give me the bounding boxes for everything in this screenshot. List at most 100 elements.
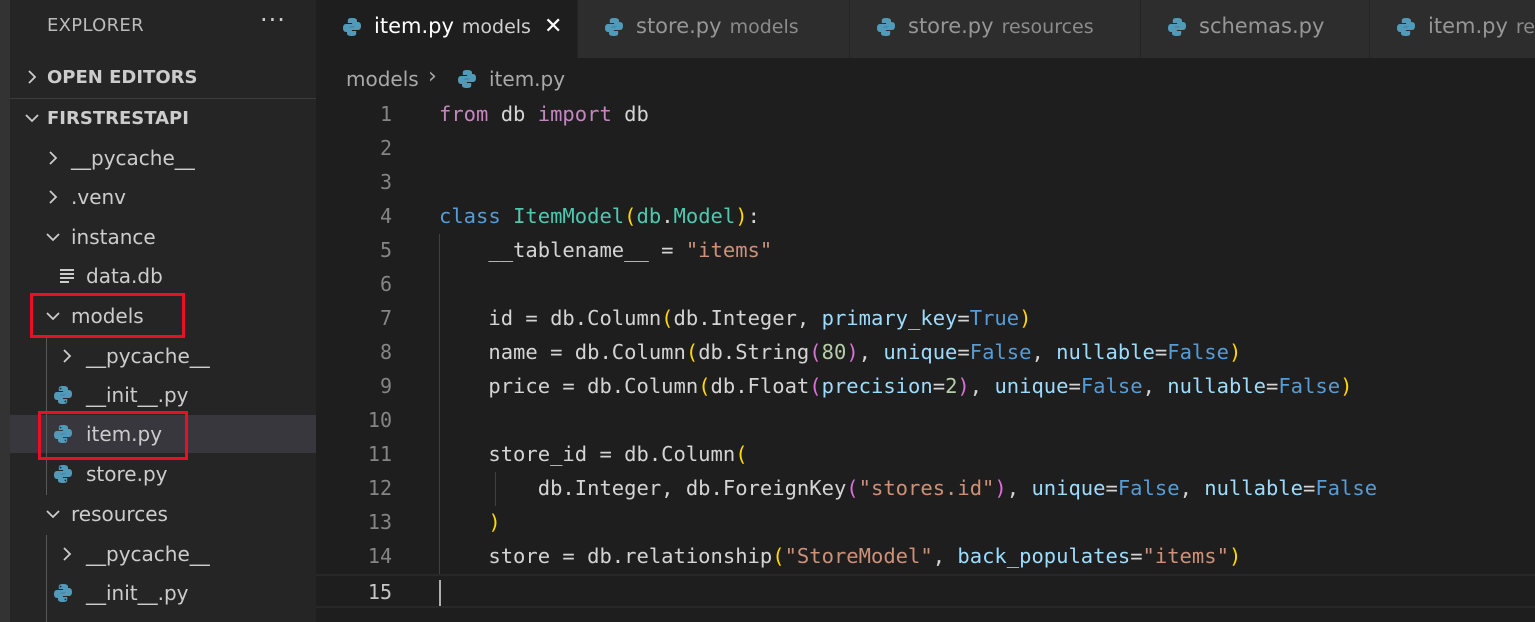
more-actions-icon[interactable]: ··· xyxy=(260,6,286,34)
code-text: __tablename__ = "items" xyxy=(439,238,773,262)
line-number: 14 xyxy=(367,544,392,568)
breadcrumb-separator: › xyxy=(428,64,437,89)
line-number: 1 xyxy=(379,102,392,126)
file-lines-icon xyxy=(60,269,74,283)
chevron-right-icon xyxy=(49,151,58,165)
line-number: 5 xyxy=(379,238,392,262)
tree-label: .venv xyxy=(71,185,127,209)
code-text: class ItemModel(db.Model): xyxy=(439,204,760,228)
line-number: 4 xyxy=(379,204,392,228)
code-line: 13 ) xyxy=(316,506,1535,540)
line-number: 12 xyxy=(367,476,392,500)
code-line: 14 store = db.relationship("StoreModel",… xyxy=(316,540,1535,574)
tree-label: __pycache__ xyxy=(86,344,210,368)
tab-label: store.py resources xyxy=(908,14,1094,38)
tree-file-models-store[interactable]: store.py xyxy=(10,455,316,493)
tree-label: __pycache__ xyxy=(71,146,195,170)
line-number: 9 xyxy=(379,374,392,398)
code-line: 10 xyxy=(316,404,1535,438)
code-text: store_id = db.Column( xyxy=(439,442,748,466)
chevron-down-icon xyxy=(46,233,60,242)
tree-label: store.py xyxy=(86,462,168,486)
breadcrumb-folder[interactable]: models xyxy=(346,67,419,91)
code-line: 12 db.Integer, db.ForeignKey("stores.id"… xyxy=(316,472,1535,506)
tree-file-resources-init[interactable]: __init__.py xyxy=(10,574,316,612)
chevron-down-icon xyxy=(25,114,39,123)
code-line: 2 xyxy=(316,132,1535,166)
tab-label: store.py models xyxy=(636,14,799,38)
tab-description: models xyxy=(729,16,799,38)
tree-file-models-init[interactable]: __init__.py xyxy=(10,376,316,414)
tree-label: __pycache__ xyxy=(86,542,210,566)
line-number: 2 xyxy=(379,136,392,160)
line-number: 11 xyxy=(367,442,392,466)
section-label: OPEN EDITORS xyxy=(47,66,198,88)
tree-label: resources xyxy=(71,502,168,526)
tab-label: item.pyres xyxy=(1428,14,1535,38)
tab-item-py-resources[interactable]: item.pyres xyxy=(1370,0,1535,58)
annotation-highlight-item xyxy=(38,411,188,460)
tab-store-py-models[interactable]: store.py models xyxy=(578,0,850,58)
code-line: 3 xyxy=(316,166,1535,200)
tree-folder-resources[interactable]: resources xyxy=(10,495,316,533)
code-line: 1 from db import db xyxy=(316,98,1535,132)
python-icon xyxy=(54,386,72,404)
tab-label: item.py models xyxy=(374,14,531,38)
tree-file-data-db[interactable]: data.db xyxy=(10,257,316,295)
tree-folder-models-pycache[interactable]: __pycache__ xyxy=(10,337,316,375)
python-icon xyxy=(54,465,72,483)
line-number: 10 xyxy=(367,408,392,432)
line-number: 3 xyxy=(379,170,392,194)
chevron-right-icon xyxy=(49,190,58,204)
line-number: 7 xyxy=(379,306,392,330)
chevron-down-icon xyxy=(46,510,60,519)
code-line: 5 __tablename__ = "items" xyxy=(316,234,1535,268)
python-icon xyxy=(54,584,72,602)
code-text: store = db.relationship("StoreModel", ba… xyxy=(439,544,1242,568)
indent-guide xyxy=(46,535,47,622)
python-icon xyxy=(605,18,623,36)
code-text: id = db.Column(db.Integer, primary_key=T… xyxy=(439,306,1032,330)
tab-description: resources xyxy=(1001,16,1094,38)
close-icon[interactable]: ✕ xyxy=(544,14,562,39)
tree-folder-pycache[interactable]: __pycache__ xyxy=(10,139,316,177)
chevron-right-icon xyxy=(63,547,72,561)
tab-label: schemas.py xyxy=(1199,14,1325,38)
python-icon xyxy=(343,18,361,36)
line-number: 8 xyxy=(379,340,392,364)
code-line: 7 id = db.Column(db.Integer, primary_key… xyxy=(316,302,1535,336)
chevron-right-icon xyxy=(28,70,37,84)
breadcrumb-file[interactable]: item.py xyxy=(489,67,565,91)
annotation-highlight-models xyxy=(30,293,185,338)
tree-folder-instance[interactable]: instance xyxy=(10,218,316,256)
code-line: 4 class ItemModel(db.Model): xyxy=(316,200,1535,234)
tree-folder-venv[interactable]: .venv xyxy=(10,178,316,216)
code-editor[interactable]: 1 from db import db 2 3 4 class ItemModel(… xyxy=(316,98,1535,622)
tree-folder-resources-pycache[interactable]: __pycache__ xyxy=(10,535,316,573)
code-text: from db import db xyxy=(439,102,649,126)
code-text: ) xyxy=(488,510,501,534)
code-text: price = db.Column(db.Float(precision=2),… xyxy=(439,374,1353,398)
activity-bar-edge xyxy=(0,0,10,622)
python-icon xyxy=(1397,18,1415,36)
line-number: 13 xyxy=(367,510,392,534)
code-text: name = db.Column(db.String(80), unique=F… xyxy=(439,340,1242,364)
python-icon xyxy=(877,18,895,36)
python-icon xyxy=(1168,18,1186,36)
tab-description: models xyxy=(461,16,531,38)
section-open-editors[interactable]: OPEN EDITORS xyxy=(10,58,316,96)
code-text: db.Integer, db.ForeignKey("stores.id"), … xyxy=(439,476,1378,500)
code-line: 9 price = db.Column(db.Float(precision=2… xyxy=(316,370,1535,404)
tab-item-py-models[interactable]: item.py models ✕ xyxy=(316,0,578,58)
section-label: FIRSTRESTAPI xyxy=(47,107,189,129)
code-line: 11 store_id = db.Column( xyxy=(316,438,1535,472)
tree-label: __init__.py xyxy=(86,383,189,407)
breadcrumb: models › item.py xyxy=(316,58,1535,98)
tab-description: res xyxy=(1515,16,1535,38)
editor-tab-bar: item.py models ✕ store.py models store.py r… xyxy=(316,0,1535,58)
tab-schemas-py[interactable]: schemas.py xyxy=(1141,0,1370,58)
section-workspace[interactable]: FIRSTRESTAPI xyxy=(10,99,316,137)
tab-store-py-resources[interactable]: store.py resources xyxy=(850,0,1141,58)
tree-label: data.db xyxy=(86,264,163,288)
line-number: 6 xyxy=(379,272,392,296)
